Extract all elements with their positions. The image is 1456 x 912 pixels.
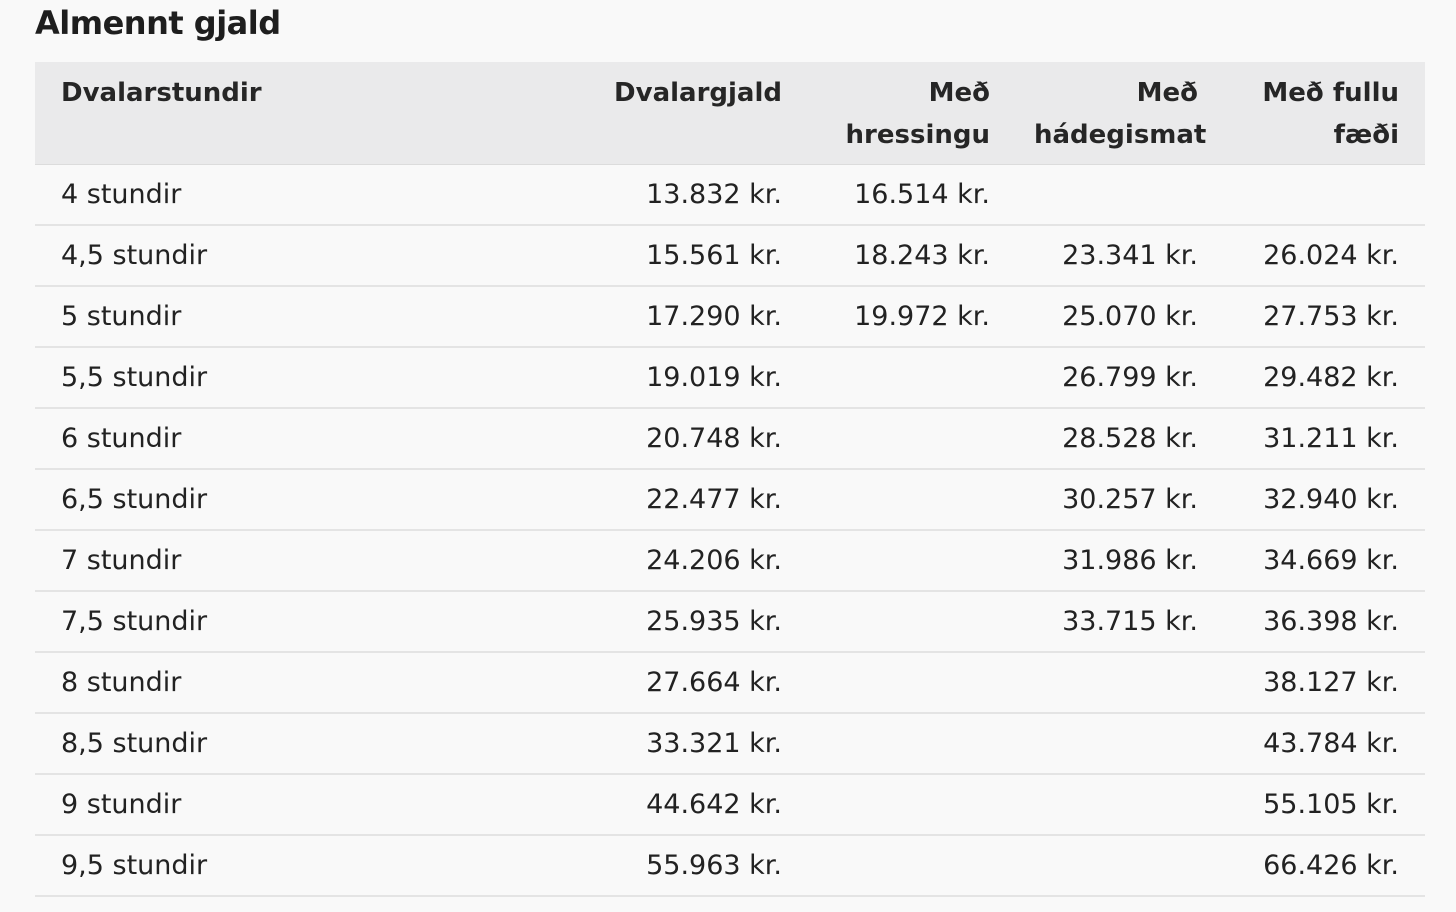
cell-dvalargjald: 22.477 kr. bbox=[565, 469, 800, 531]
cell-med-hressingu bbox=[800, 652, 1008, 714]
cell-dvalargjald: 20.748 kr. bbox=[565, 408, 800, 470]
cell-dvalargjald: 15.561 kr. bbox=[565, 225, 800, 287]
cell-hours: 7 stundir bbox=[35, 530, 565, 592]
table-row: 9,5 stundir 55.963 kr. 66.426 kr. bbox=[35, 835, 1425, 897]
header-med-fullu-faedi: Með fullu fæði bbox=[1216, 62, 1425, 165]
cell-med-hressingu bbox=[800, 408, 1008, 470]
cell-med-hadegismat bbox=[1008, 652, 1216, 714]
cell-med-hadegismat: 26.799 kr. bbox=[1008, 347, 1216, 409]
cell-med-fullu-faedi: 38.127 kr. bbox=[1216, 652, 1425, 714]
cell-hours: 5 stundir bbox=[35, 286, 565, 348]
cell-dvalargjald: 25.935 kr. bbox=[565, 591, 800, 653]
cell-med-fullu-faedi bbox=[1216, 164, 1425, 226]
table-row: 6,5 stundir 22.477 kr. 30.257 kr. 32.940… bbox=[35, 469, 1425, 531]
header-dvalargjald: Dvalargjald bbox=[565, 62, 800, 165]
cell-dvalargjald: 13.832 kr. bbox=[565, 164, 800, 226]
cell-med-hressingu bbox=[800, 530, 1008, 592]
cell-med-hressingu: 16.514 kr. bbox=[800, 164, 1008, 226]
cell-med-hressingu: 18.243 kr. bbox=[800, 225, 1008, 287]
cell-hours: 4 stundir bbox=[35, 164, 565, 226]
cell-med-fullu-faedi: 43.784 kr. bbox=[1216, 713, 1425, 775]
cell-med-fullu-faedi: 27.753 kr. bbox=[1216, 286, 1425, 348]
cell-med-fullu-faedi: 34.669 kr. bbox=[1216, 530, 1425, 592]
cell-med-hadegismat: 25.070 kr. bbox=[1008, 286, 1216, 348]
cell-med-hadegismat bbox=[1008, 835, 1216, 897]
cell-hours: 6,5 stundir bbox=[35, 469, 565, 531]
cell-hours: 9,5 stundir bbox=[35, 835, 565, 897]
cell-med-fullu-faedi: 29.482 kr. bbox=[1216, 347, 1425, 409]
cell-hours: 7,5 stundir bbox=[35, 591, 565, 653]
table-body: 4 stundir 13.832 kr. 16.514 kr. 4,5 stun… bbox=[35, 164, 1425, 897]
page: Almennt gjald Dvalarstundir Dvalargjald … bbox=[0, 0, 1456, 912]
cell-med-hressingu bbox=[800, 774, 1008, 836]
cell-med-hadegismat: 31.986 kr. bbox=[1008, 530, 1216, 592]
cell-med-fullu-faedi: 32.940 kr. bbox=[1216, 469, 1425, 531]
table-row: 5,5 stundir 19.019 kr. 26.799 kr. 29.482… bbox=[35, 347, 1425, 409]
header-dvalarstundir: Dvalarstundir bbox=[35, 62, 565, 165]
cell-hours: 8 stundir bbox=[35, 652, 565, 714]
cell-dvalargjald: 17.290 kr. bbox=[565, 286, 800, 348]
table-row: 8,5 stundir 33.321 kr. 43.784 kr. bbox=[35, 713, 1425, 775]
cell-med-hadegismat: 33.715 kr. bbox=[1008, 591, 1216, 653]
cell-dvalargjald: 33.321 kr. bbox=[565, 713, 800, 775]
cell-hours: 5,5 stundir bbox=[35, 347, 565, 409]
cell-med-fullu-faedi: 31.211 kr. bbox=[1216, 408, 1425, 470]
table-row: 4,5 stundir 15.561 kr. 18.243 kr. 23.341… bbox=[35, 225, 1425, 287]
cell-med-hressingu bbox=[800, 835, 1008, 897]
cell-dvalargjald: 27.664 kr. bbox=[565, 652, 800, 714]
table-header: Dvalarstundir Dvalargjald Með hressingu … bbox=[35, 62, 1425, 165]
cell-med-hadegismat bbox=[1008, 774, 1216, 836]
cell-med-hressingu bbox=[800, 713, 1008, 775]
cell-med-hressingu bbox=[800, 591, 1008, 653]
cell-med-hadegismat bbox=[1008, 713, 1216, 775]
table-row: 8 stundir 27.664 kr. 38.127 kr. bbox=[35, 652, 1425, 714]
table-row: 9 stundir 44.642 kr. 55.105 kr. bbox=[35, 774, 1425, 836]
header-med-hressingu: Með hressingu bbox=[800, 62, 1008, 165]
table-row: 5 stundir 17.290 kr. 19.972 kr. 25.070 k… bbox=[35, 286, 1425, 348]
cell-dvalargjald: 44.642 kr. bbox=[565, 774, 800, 836]
cell-med-fullu-faedi: 36.398 kr. bbox=[1216, 591, 1425, 653]
cell-med-fullu-faedi: 26.024 kr. bbox=[1216, 225, 1425, 287]
cell-med-hadegismat: 28.528 kr. bbox=[1008, 408, 1216, 470]
cell-dvalargjald: 55.963 kr. bbox=[565, 835, 800, 897]
table-row: 7 stundir 24.206 kr. 31.986 kr. 34.669 k… bbox=[35, 530, 1425, 592]
cell-med-hressingu bbox=[800, 469, 1008, 531]
tariff-table: Dvalarstundir Dvalargjald Með hressingu … bbox=[35, 62, 1425, 897]
cell-hours: 8,5 stundir bbox=[35, 713, 565, 775]
cell-med-fullu-faedi: 66.426 kr. bbox=[1216, 835, 1425, 897]
page-title: Almennt gjald bbox=[35, 4, 281, 42]
cell-med-hressingu bbox=[800, 347, 1008, 409]
cell-hours: 4,5 stundir bbox=[35, 225, 565, 287]
cell-hours: 6 stundir bbox=[35, 408, 565, 470]
table-row: 7,5 stundir 25.935 kr. 33.715 kr. 36.398… bbox=[35, 591, 1425, 653]
table-header-row: Dvalarstundir Dvalargjald Með hressingu … bbox=[35, 62, 1425, 165]
table-row: 4 stundir 13.832 kr. 16.514 kr. bbox=[35, 164, 1425, 226]
cell-med-fullu-faedi: 55.105 kr. bbox=[1216, 774, 1425, 836]
header-med-hadegismat: Með hádegismat bbox=[1008, 62, 1216, 165]
cell-med-hadegismat: 23.341 kr. bbox=[1008, 225, 1216, 287]
cell-med-hadegismat bbox=[1008, 164, 1216, 226]
cell-hours: 9 stundir bbox=[35, 774, 565, 836]
cell-dvalargjald: 24.206 kr. bbox=[565, 530, 800, 592]
cell-dvalargjald: 19.019 kr. bbox=[565, 347, 800, 409]
table-row: 6 stundir 20.748 kr. 28.528 kr. 31.211 k… bbox=[35, 408, 1425, 470]
cell-med-hadegismat: 30.257 kr. bbox=[1008, 469, 1216, 531]
cell-med-hressingu: 19.972 kr. bbox=[800, 286, 1008, 348]
